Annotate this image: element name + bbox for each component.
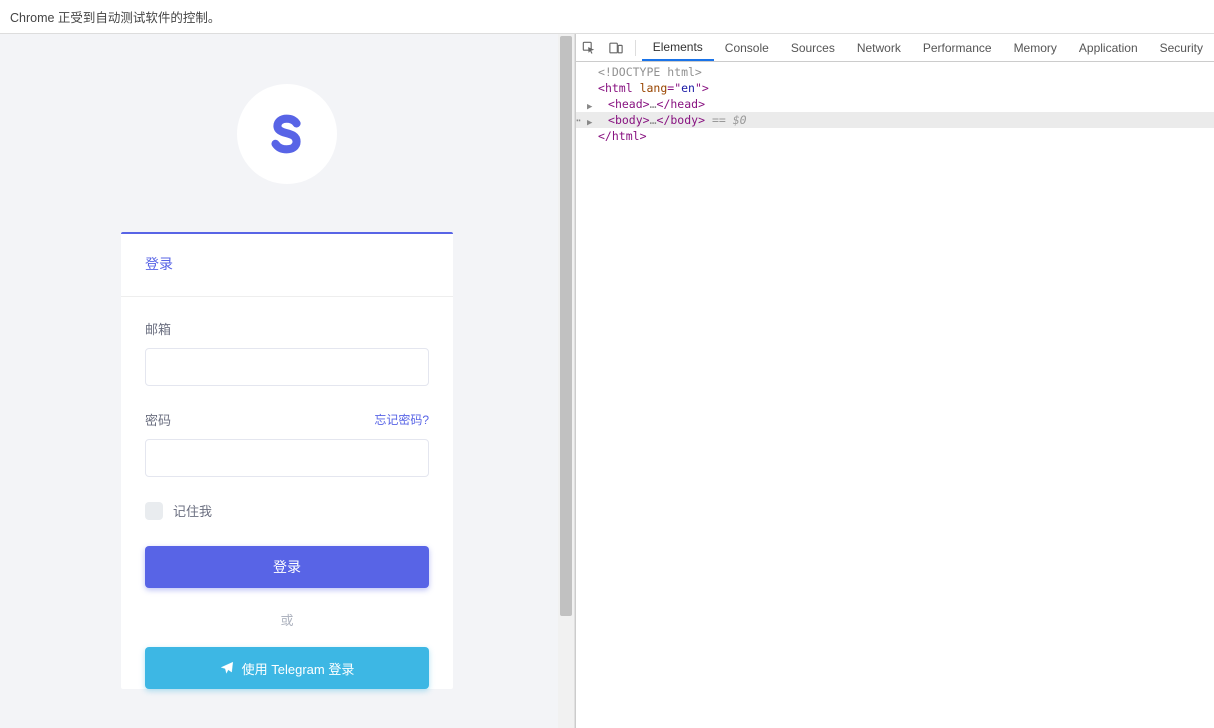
toolbar-separator [635,40,636,56]
tab-application[interactable]: Application [1068,34,1149,61]
remember-label: 记住我 [173,501,212,520]
password-label: 密码 [145,410,171,429]
tab-console[interactable]: Console [714,34,780,61]
telegram-login-button[interactable]: 使用 Telegram 登录 [145,647,429,689]
inspect-element-icon[interactable] [576,34,602,62]
devtools-panel: Elements Console Sources Network Perform… [575,34,1214,728]
email-input[interactable] [145,348,429,386]
scrollbar-track[interactable] [558,34,574,728]
devtools-toolbar: Elements Console Sources Network Perform… [576,34,1214,62]
tab-sources[interactable]: Sources [780,34,846,61]
login-card: 登录 邮箱 密码 忘记密码? [121,232,453,689]
logo-s-icon [264,111,310,157]
tab-memory[interactable]: Memory [1003,34,1068,61]
automation-notice-bar: Chrome 正受到自动测试软件的控制。 [0,0,1214,34]
forgot-password-link[interactable]: 忘记密码? [374,411,429,428]
dom-doctype[interactable]: <!DOCTYPE html> [576,64,1214,80]
login-title: 登录 [145,254,429,274]
password-input[interactable] [145,439,429,477]
dom-html-open[interactable]: <html lang="en"> [576,80,1214,96]
dom-head[interactable]: ▶<head>…</head> [576,96,1214,112]
app-logo [237,84,337,184]
automation-notice-text: Chrome 正受到自动测试软件的控制。 [10,7,220,26]
tab-performance[interactable]: Performance [912,34,1003,61]
device-toolbar-icon[interactable] [602,34,628,62]
remember-checkbox[interactable] [145,502,163,520]
devtools-tabs: Elements Console Sources Network Perform… [642,34,1214,61]
telegram-icon [220,661,234,675]
app-viewport: 登录 邮箱 密码 忘记密码? [0,34,575,728]
tab-elements[interactable]: Elements [642,34,714,61]
dom-body-selected[interactable]: ⋯▶<body>…</body> == $0 [576,112,1214,128]
dom-html-close[interactable]: </html> [576,128,1214,144]
email-label: 邮箱 [145,319,171,338]
or-divider: 或 [145,610,429,629]
login-button[interactable]: 登录 [145,546,429,588]
tab-security[interactable]: Security [1149,34,1214,61]
elements-dom-tree[interactable]: <!DOCTYPE html> <html lang="en"> ▶<head>… [576,62,1214,728]
telegram-button-label: 使用 Telegram 登录 [242,659,355,678]
tab-network[interactable]: Network [846,34,912,61]
scrollbar-thumb[interactable] [560,36,572,616]
